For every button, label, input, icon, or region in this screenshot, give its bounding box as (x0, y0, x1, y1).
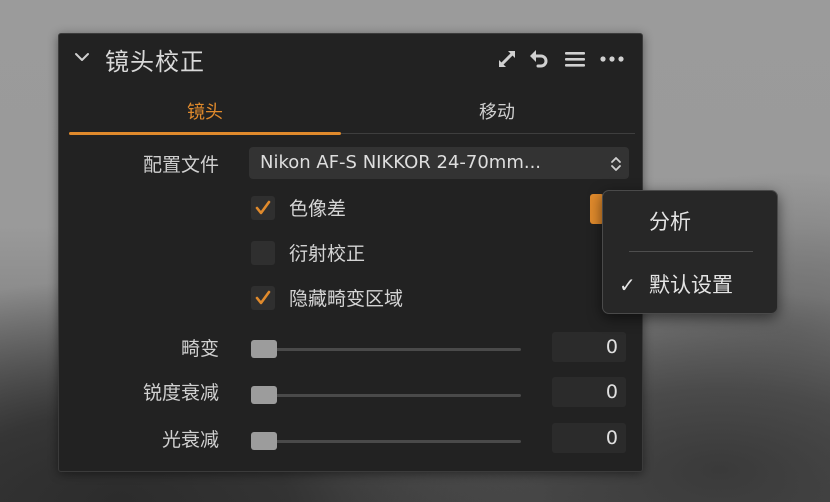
distortion-value-field[interactable]: 0 (552, 332, 626, 362)
profile-select[interactable]: Nikon AF-S NIKKOR 24-70mm... (249, 147, 629, 179)
expand-icon[interactable] (495, 47, 519, 71)
tab-lens[interactable]: 镜头 (69, 98, 341, 128)
slider-thumb[interactable] (251, 386, 277, 404)
checkbox-chromatic-aberration[interactable]: 色像差 (251, 195, 551, 223)
sharpness-falloff-label: 锐度衰减 (142, 382, 219, 404)
checkbox[interactable] (251, 241, 275, 265)
profile-label: 配置文件 (142, 154, 219, 176)
distortion-label: 畸变 (180, 338, 219, 360)
sharpness-falloff-slider[interactable] (251, 386, 521, 404)
tab-movement[interactable]: 移动 (359, 98, 635, 128)
collapse-chevron-icon[interactable] (73, 48, 91, 66)
sharpness-falloff-value-field[interactable]: 0 (552, 377, 626, 407)
lens-correction-panel: 镜头校正 镜头 移动 配置文件 Nikon AF-S NIKKOR 24-70m… (58, 33, 643, 472)
panel-header: 镜头校正 (59, 34, 642, 82)
light-falloff-value-field[interactable]: 0 (552, 423, 626, 453)
checkbox-hide-distortion-area[interactable]: 隐藏畸变区域 (251, 285, 551, 313)
menu-item-default-settings[interactable]: ✓ 默认设置 (603, 268, 777, 302)
light-falloff-label: 光衰减 (161, 429, 219, 451)
active-tab-indicator (69, 132, 341, 135)
more-icon[interactable] (599, 47, 624, 71)
slider-thumb[interactable] (251, 432, 277, 450)
tab-bar: 镜头 移动 (69, 98, 635, 135)
distortion-slider[interactable] (251, 340, 521, 358)
profile-select-value: Nikon AF-S NIKKOR 24-70mm... (260, 152, 542, 173)
list-icon[interactable] (563, 47, 587, 71)
context-menu: 分析 ✓ 默认设置 (602, 190, 778, 314)
menu-item-label: 分析 (649, 210, 691, 234)
checkbox-label: 衍射校正 (289, 243, 366, 265)
reset-icon[interactable] (527, 47, 551, 71)
panel-title: 镜头校正 (105, 48, 205, 76)
light-falloff-slider[interactable] (251, 432, 521, 450)
checkmark-icon: ✓ (619, 273, 636, 297)
checkbox-diffraction-correction[interactable]: 衍射校正 (251, 240, 551, 268)
checkbox-label: 隐藏畸变区域 (289, 288, 404, 310)
menu-separator (629, 251, 753, 252)
menu-item-analyze[interactable]: 分析 (603, 205, 777, 239)
select-arrows-icon (609, 153, 623, 173)
checkbox[interactable] (251, 286, 275, 310)
checkbox[interactable] (251, 196, 275, 220)
menu-item-label: 默认设置 (649, 273, 733, 297)
slider-thumb[interactable] (251, 340, 277, 358)
checkbox-label: 色像差 (289, 198, 347, 220)
checkmark-icon (255, 290, 271, 305)
checkmark-icon (255, 200, 271, 215)
